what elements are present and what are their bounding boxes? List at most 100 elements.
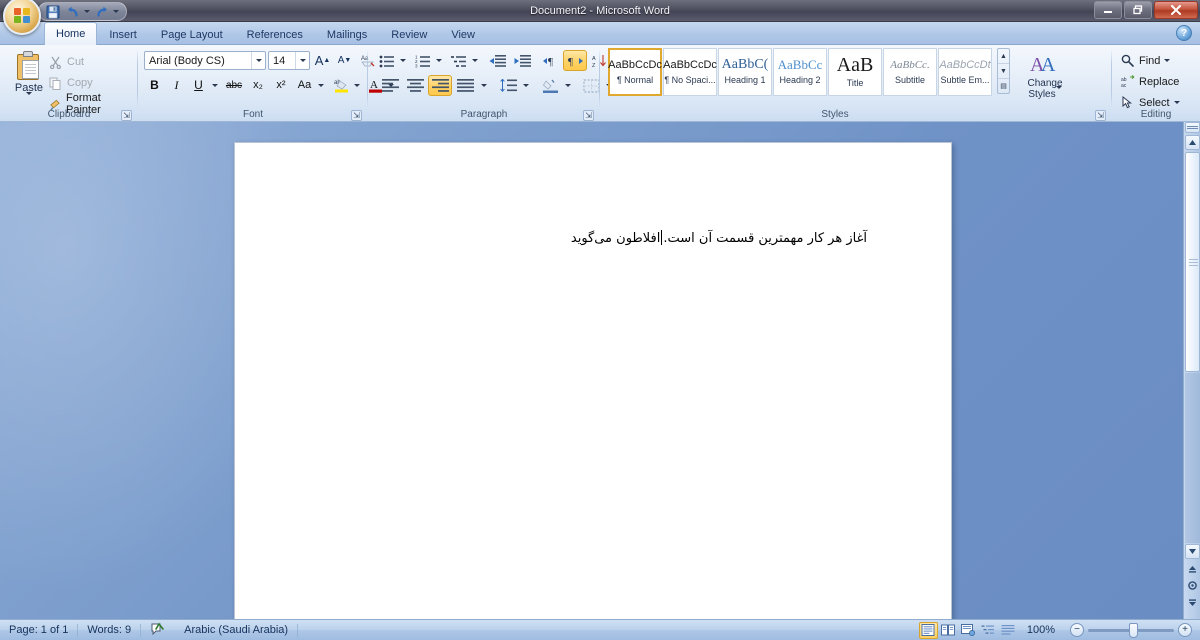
restore-button[interactable] xyxy=(1124,1,1152,19)
zoom-level-label[interactable]: 100% xyxy=(1018,620,1064,640)
text-highlight-button[interactable]: ab xyxy=(330,75,352,95)
align-center-button[interactable] xyxy=(403,75,427,96)
font-name-combobox[interactable]: Arial (Body CS) xyxy=(144,51,266,70)
shrink-font-button[interactable]: A ▼ xyxy=(334,50,355,71)
strikethrough-button[interactable]: abc xyxy=(222,75,246,95)
bullets-button[interactable] xyxy=(376,50,398,71)
rtl-text-direction-button[interactable]: ¶ xyxy=(563,50,587,71)
scroll-split-handle[interactable] xyxy=(1185,122,1200,133)
vertical-scrollbar[interactable] xyxy=(1183,122,1200,619)
numbering-button[interactable]: 1 2 3 xyxy=(412,50,434,71)
font-name-dropdown-icon[interactable] xyxy=(251,52,265,69)
style-heading-1[interactable]: AaBbC( Heading 1 xyxy=(718,48,772,96)
redo-icon[interactable] xyxy=(92,4,111,20)
scrollbar-thumb[interactable] xyxy=(1185,152,1200,372)
zoom-in-button[interactable]: + xyxy=(1178,623,1192,637)
grow-font-button[interactable]: A ▲ xyxy=(312,50,333,71)
style-heading-2[interactable]: AaBbCc Heading 2 xyxy=(773,48,827,96)
full-screen-reading-view-button[interactable] xyxy=(939,622,958,639)
text-highlight-dropdown-button[interactable] xyxy=(351,75,362,95)
change-case-button[interactable]: Aa xyxy=(293,75,316,95)
subscript-button[interactable]: x₂ xyxy=(247,75,269,95)
style-title[interactable]: AaB Title xyxy=(828,48,882,96)
document-workspace[interactable]: آغاز هر کار مهمترین قسمت آن است.افلاطون … xyxy=(0,122,1200,619)
scrollbar-track[interactable] xyxy=(1185,373,1200,543)
save-icon[interactable] xyxy=(43,4,62,20)
justify-dropdown-button[interactable] xyxy=(478,75,489,96)
select-browse-object-button[interactable] xyxy=(1186,579,1199,592)
shading-button[interactable] xyxy=(538,75,562,96)
line-spacing-dropdown-button[interactable] xyxy=(520,75,531,96)
tab-insert[interactable]: Insert xyxy=(97,24,149,45)
zoom-track[interactable] xyxy=(1088,622,1174,638)
paste-dropdown-icon[interactable] xyxy=(26,92,32,107)
tab-references[interactable]: References xyxy=(235,24,315,45)
page-number-status[interactable]: Page: 1 of 1 xyxy=(0,620,77,640)
shading-dropdown-button[interactable] xyxy=(562,75,573,96)
select-dropdown-icon[interactable] xyxy=(1173,101,1180,104)
change-case-dropdown-button[interactable] xyxy=(315,75,326,95)
copy-button[interactable]: Copy xyxy=(44,74,98,92)
clipboard-dialog-launcher[interactable]: ⇲ xyxy=(121,110,132,121)
word-count-status[interactable]: Words: 9 xyxy=(78,620,140,640)
language-status[interactable]: Arabic (Saudi Arabia) xyxy=(175,620,297,640)
styles-dialog-launcher[interactable]: ⇲ xyxy=(1095,110,1106,121)
tab-page-layout[interactable]: Page Layout xyxy=(149,24,235,45)
align-left-button[interactable] xyxy=(378,75,402,96)
justify-button[interactable] xyxy=(453,75,477,96)
tab-review[interactable]: Review xyxy=(379,24,439,45)
zoom-slider[interactable]: − + xyxy=(1070,622,1192,638)
tab-home[interactable]: Home xyxy=(44,22,98,45)
font-size-combobox[interactable]: 14 xyxy=(268,51,310,70)
next-page-button[interactable] xyxy=(1186,596,1199,609)
cut-button[interactable]: Cut xyxy=(44,53,89,71)
find-dropdown-icon[interactable] xyxy=(1164,59,1171,62)
align-right-button[interactable] xyxy=(428,75,452,96)
style-no-spacing[interactable]: AaBbCcDc ¶ No Spaci... xyxy=(663,48,717,96)
proofing-status[interactable] xyxy=(141,620,175,640)
replace-button[interactable]: ab ac Replace xyxy=(1116,72,1184,91)
document-page[interactable]: آغاز هر کار مهمترین قسمت آن است.افلاطون … xyxy=(234,142,952,619)
line-spacing-button[interactable] xyxy=(496,75,520,96)
paragraph-dialog-launcher[interactable]: ⇲ xyxy=(583,110,594,121)
scroll-down-button[interactable] xyxy=(1185,544,1200,559)
font-dialog-launcher[interactable]: ⇲ xyxy=(351,110,362,121)
outline-view-button[interactable] xyxy=(979,622,998,639)
find-button[interactable]: Find xyxy=(1116,51,1175,70)
change-styles-dropdown-icon[interactable] xyxy=(1055,86,1062,100)
increase-indent-button[interactable] xyxy=(510,50,534,71)
italic-button[interactable]: I xyxy=(166,75,187,95)
tab-view[interactable]: View xyxy=(439,24,487,45)
undo-icon[interactable] xyxy=(63,4,82,20)
styles-more-button[interactable]: ▤ xyxy=(998,79,1009,93)
bullets-dropdown-button[interactable] xyxy=(397,50,408,71)
minimize-button[interactable] xyxy=(1094,1,1122,19)
scroll-up-button[interactable] xyxy=(1185,135,1200,150)
style-normal[interactable]: AaBbCcDc ¶ Normal xyxy=(608,48,662,96)
previous-page-button[interactable] xyxy=(1186,563,1199,576)
style-subtle-emphasis[interactable]: AaBbCcDt Subtle Em... xyxy=(938,48,992,96)
change-styles-button[interactable]: A A Change Styles xyxy=(1018,47,1072,113)
bold-button[interactable]: B xyxy=(144,75,165,95)
close-button[interactable] xyxy=(1154,1,1198,19)
multilevel-list-button[interactable] xyxy=(448,50,470,71)
web-layout-view-button[interactable] xyxy=(959,622,978,639)
tab-mailings[interactable]: Mailings xyxy=(315,24,379,45)
draft-view-button[interactable] xyxy=(999,622,1018,639)
styles-scroll-up-button[interactable]: ▲ xyxy=(998,49,1009,64)
font-size-dropdown-icon[interactable] xyxy=(295,52,309,69)
print-layout-view-button[interactable] xyxy=(918,621,938,639)
zoom-out-button[interactable]: − xyxy=(1070,623,1084,637)
help-icon[interactable]: ? xyxy=(1176,25,1192,41)
superscript-button[interactable]: x² xyxy=(270,75,292,95)
underline-dropdown-button[interactable] xyxy=(209,75,220,95)
document-text-line[interactable]: آغاز هر کار مهمترین قسمت آن است.افلاطون … xyxy=(571,229,867,249)
styles-scroll-down-button[interactable]: ▼ xyxy=(998,64,1009,79)
underline-button[interactable]: U xyxy=(188,75,209,95)
customize-qat-icon[interactable] xyxy=(112,4,120,20)
ltr-text-direction-button[interactable]: ¶ xyxy=(538,50,562,71)
style-subtitle[interactable]: AaBbCc. Subtitle xyxy=(883,48,937,96)
decrease-indent-button[interactable] xyxy=(485,50,509,71)
zoom-thumb[interactable] xyxy=(1129,622,1138,638)
undo-dropdown-icon[interactable] xyxy=(83,4,91,20)
